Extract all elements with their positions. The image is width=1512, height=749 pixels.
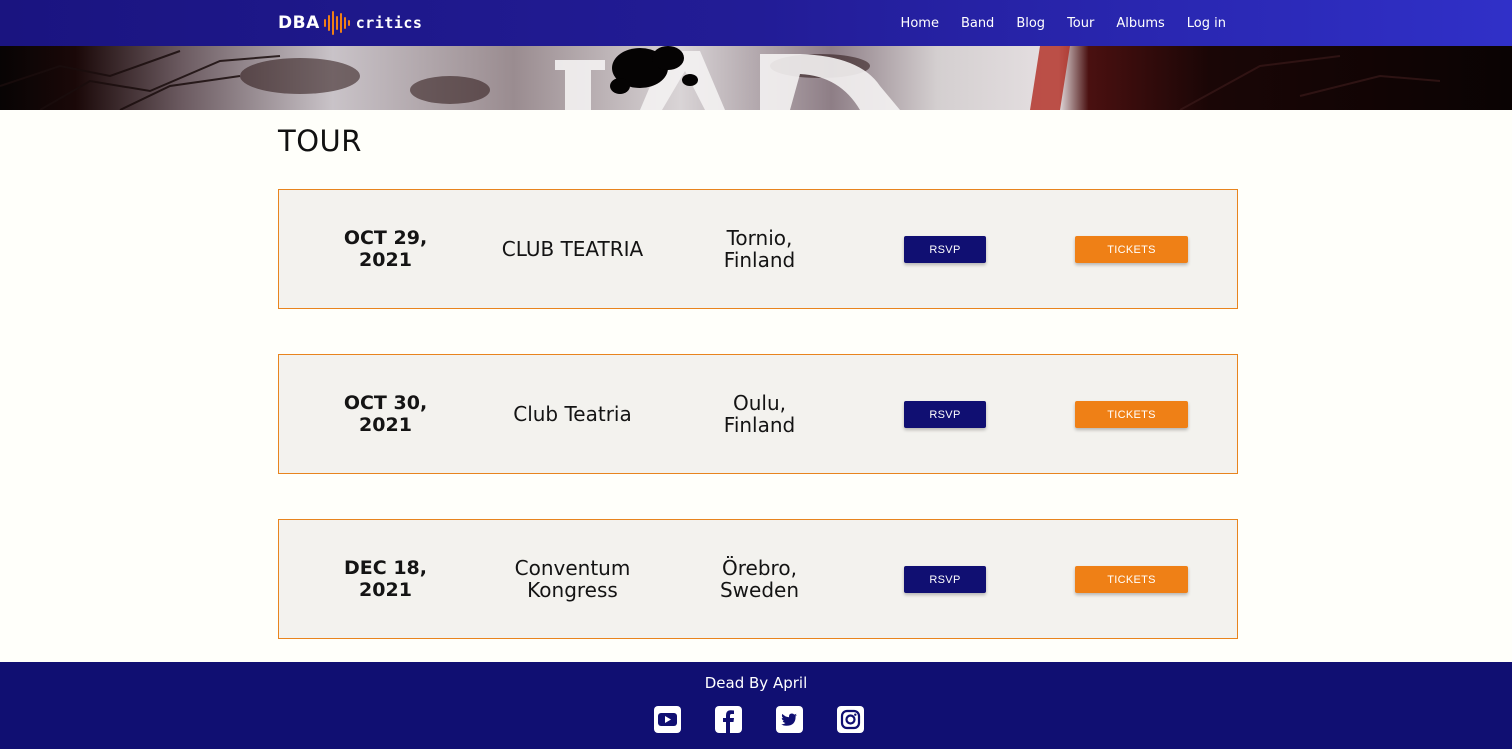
tour-date: DEC 18, 2021 bbox=[279, 520, 492, 638]
tour-venue: CLUB TEATRIA bbox=[466, 190, 679, 308]
tour-date-line1: DEC 18, bbox=[344, 557, 427, 579]
youtube-icon[interactable] bbox=[654, 706, 681, 733]
tour-location: Tornio, Finland bbox=[653, 190, 866, 308]
tour-city-line1: Örebro, bbox=[722, 556, 797, 580]
rsvp-button[interactable]: RSVP bbox=[904, 566, 986, 593]
hero-banner-image bbox=[0, 46, 1512, 110]
tour-date: OCT 29, 2021 bbox=[279, 190, 492, 308]
main-nav: Home Band Blog Tour Albums Log in bbox=[901, 0, 1226, 46]
logo-text-critics: critics bbox=[355, 14, 423, 32]
nav-link-login[interactable]: Log in bbox=[1187, 16, 1226, 31]
facebook-icon[interactable] bbox=[715, 706, 742, 733]
tickets-button[interactable]: TICKETS bbox=[1075, 236, 1188, 263]
tour-venue-line2: Kongress bbox=[527, 578, 618, 602]
site-logo[interactable]: DBA critics bbox=[278, 10, 422, 36]
tour-location: Örebro, Sweden bbox=[653, 520, 866, 638]
tickets-button[interactable]: TICKETS bbox=[1075, 566, 1188, 593]
nav-link-albums[interactable]: Albums bbox=[1116, 16, 1164, 31]
nav-link-tour[interactable]: Tour bbox=[1067, 16, 1094, 31]
top-navbar: DBA critics Home Band Blog Tour Albums L… bbox=[0, 0, 1512, 46]
tour-date-line2: 2021 bbox=[359, 249, 412, 271]
tour-venue-line1: Club Teatria bbox=[513, 402, 632, 426]
instagram-icon[interactable] bbox=[837, 706, 864, 733]
footer-band-name: Dead By April bbox=[704, 674, 808, 692]
tour-venue-line1: Conventum bbox=[514, 556, 631, 580]
tour-date-line2: 2021 bbox=[359, 414, 412, 436]
social-links bbox=[654, 706, 864, 733]
tour-location: Oulu, Finland bbox=[653, 355, 866, 473]
tour-date: OCT 30, 2021 bbox=[279, 355, 492, 473]
site-footer: Dead By April bbox=[0, 662, 1512, 749]
nav-link-home[interactable]: Home bbox=[901, 16, 939, 31]
rsvp-button[interactable]: RSVP bbox=[904, 236, 986, 263]
tour-venue: Conventum Kongress bbox=[466, 520, 679, 638]
tour-city-line2: Finland bbox=[723, 248, 796, 272]
tickets-button[interactable]: TICKETS bbox=[1075, 401, 1188, 428]
tour-row: OCT 29, 2021 CLUB TEATRIA Tornio, Finland … bbox=[278, 189, 1238, 309]
tour-row: OCT 30, 2021 Club Teatria Oulu, Finland RS… bbox=[278, 354, 1238, 474]
tour-city-line2: Finland bbox=[723, 413, 796, 437]
tour-row: DEC 18, 2021 Conventum Kongress Örebro, Swe… bbox=[278, 519, 1238, 639]
tour-city-line1: Oulu, bbox=[732, 391, 786, 415]
tour-city-line2: Sweden bbox=[719, 578, 800, 602]
tour-city-line1: Tornio, bbox=[726, 226, 793, 250]
logo-text-dba: DBA bbox=[278, 13, 320, 33]
tour-venue: Club Teatria bbox=[466, 355, 679, 473]
tour-date-line1: OCT 29, bbox=[343, 227, 428, 249]
tour-date-line2: 2021 bbox=[359, 579, 412, 601]
soundwave-icon bbox=[323, 10, 353, 36]
tour-date-line1: OCT 30, bbox=[343, 392, 428, 414]
twitter-icon[interactable] bbox=[776, 706, 803, 733]
rsvp-button[interactable]: RSVP bbox=[904, 401, 986, 428]
nav-link-band[interactable]: Band bbox=[961, 16, 994, 31]
nav-link-blog[interactable]: Blog bbox=[1016, 16, 1045, 31]
tour-venue-line1: CLUB TEATRIA bbox=[501, 237, 644, 261]
page-title: TOUR bbox=[278, 124, 362, 158]
tour-list: OCT 29, 2021 CLUB TEATRIA Tornio, Finland … bbox=[278, 189, 1238, 684]
